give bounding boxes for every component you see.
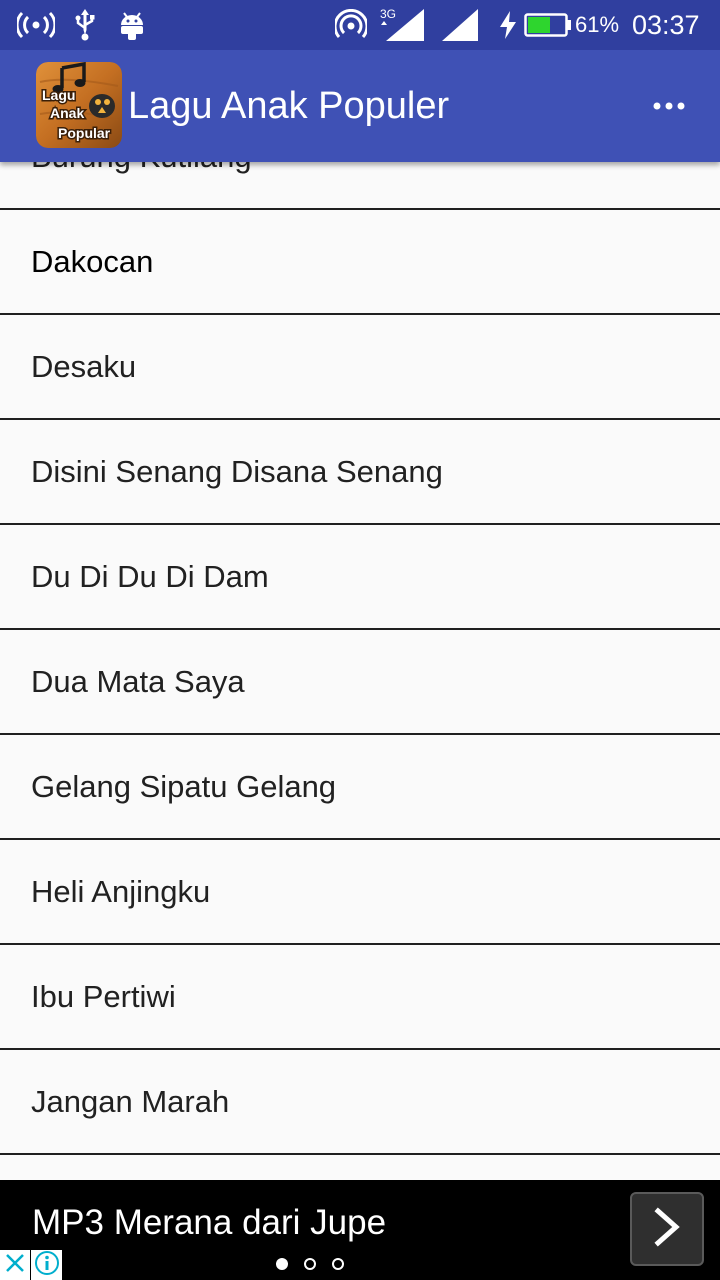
song-title: Disini Senang Disana Senang: [31, 454, 443, 489]
signal-icon: 3G: [378, 0, 428, 50]
ad-page-indicator: [276, 1256, 356, 1272]
battery-icon: [524, 0, 572, 50]
chevron-right-icon: [652, 1206, 682, 1252]
song-title: Gelang Sipatu Gelang: [31, 769, 337, 804]
song-item[interactable]: Burung Kutilang: [0, 162, 720, 210]
song-list[interactable]: Burung Kutilang Dakocan Desaku Disini Se…: [0, 162, 720, 1180]
broadcast-icon: [16, 0, 56, 50]
ad-next-button[interactable]: [630, 1192, 704, 1266]
charging-icon: [496, 0, 520, 50]
song-item[interactable]: Dua Mata Saya: [0, 630, 720, 735]
signal-icon: [438, 0, 482, 50]
song-item[interactable]: Heli Anjingku: [0, 840, 720, 945]
song-item[interactable]: Du Di Du Di Dam: [0, 525, 720, 630]
song-item[interactable]: Desaku: [0, 315, 720, 420]
song-list-content: Burung Kutilang Dakocan Desaku Disini Se…: [0, 162, 720, 1180]
logo-text-2: Anak: [50, 105, 84, 121]
ad-close-button[interactable]: [0, 1250, 30, 1280]
ad-banner[interactable]: MP3 Merana dari Jupe: [0, 1180, 720, 1280]
overflow-menu-button[interactable]: [640, 78, 698, 136]
song-title: Jangan Marah: [31, 1084, 230, 1119]
song-item[interactable]: Dakocan: [0, 210, 720, 315]
app-bar: Lagu Anak Popular Lagu Anak Populer: [0, 50, 720, 162]
song-item[interactable]: [0, 1155, 720, 1180]
android-icon: [116, 0, 148, 50]
ad-info-button[interactable]: [31, 1250, 62, 1280]
battery-percent: 61%: [575, 12, 620, 37]
song-title: Ibu Pertiwi: [31, 979, 176, 1014]
page-dot: [276, 1258, 288, 1270]
screen: 3G 61% 03:37 Lagu Anak Popular Lagu Anak…: [0, 0, 720, 1280]
status-bar: 3G 61% 03:37: [0, 0, 720, 50]
song-item[interactable]: Ibu Pertiwi: [0, 945, 720, 1050]
song-item[interactable]: Jangan Marah: [0, 1050, 720, 1155]
song-item[interactable]: Disini Senang Disana Senang: [0, 420, 720, 525]
logo-text-3: Popular: [58, 125, 111, 141]
song-title: Heli Anjingku: [31, 874, 211, 909]
page-title: Lagu Anak Populer: [128, 85, 450, 127]
page-dot: [304, 1258, 316, 1270]
clock: 03:37: [632, 10, 700, 40]
network-type-label: 3G: [380, 7, 396, 21]
logo-text-1: Lagu: [42, 87, 75, 103]
page-dot: [332, 1258, 344, 1270]
song-title: Dua Mata Saya: [31, 664, 245, 699]
usb-icon: [72, 0, 98, 50]
close-icon: [4, 1252, 26, 1279]
ad-text[interactable]: MP3 Merana dari Jupe: [32, 1198, 386, 1248]
hotspot-icon: [334, 0, 368, 50]
app-logo: Lagu Anak Popular: [36, 62, 122, 148]
overflow-menu-icon: [652, 98, 686, 116]
song-title: Burung Kutilang: [31, 162, 252, 208]
song-title: Dakocan: [31, 244, 154, 279]
song-title: Desaku: [31, 349, 137, 384]
info-icon: [34, 1250, 60, 1280]
song-title: Du Di Du Di Dam: [31, 559, 269, 594]
song-item[interactable]: Gelang Sipatu Gelang: [0, 735, 720, 840]
